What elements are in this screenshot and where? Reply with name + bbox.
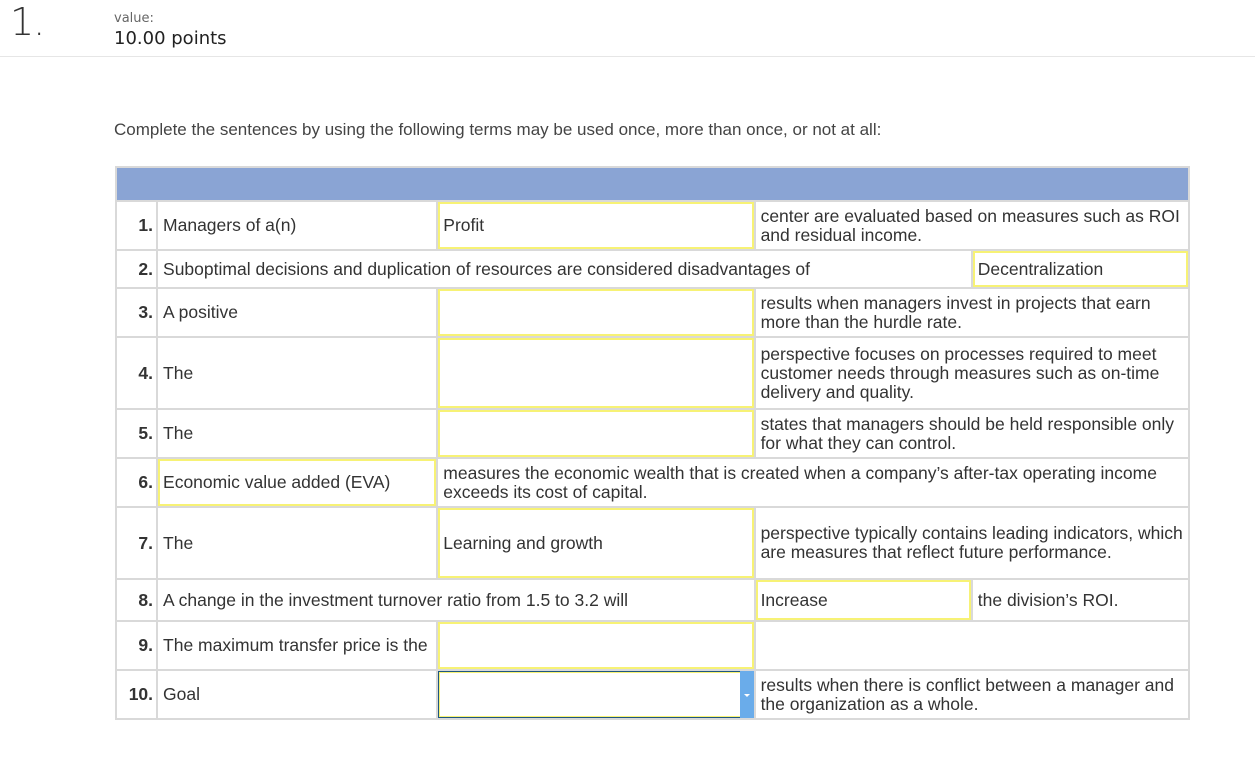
instructions: Complete the sentences by using the foll… [114, 120, 882, 139]
sentence-prefix: The maximum transfer price is the [156, 620, 439, 671]
row-number: 5. [114, 408, 159, 459]
sentence-suffix: perspective focuses on processes require… [753, 336, 1191, 410]
row-number: 10. [114, 669, 159, 720]
sentence-prefix: A change in the investment turnover rati… [156, 578, 756, 622]
answer-dropdown[interactable]: Increase [753, 578, 973, 622]
row-number: 2. [114, 249, 159, 289]
sentence-prefix: A positive [156, 287, 439, 338]
answer-dropdown[interactable] [436, 287, 756, 338]
header-band-cell [115, 166, 1190, 202]
header-divider [0, 56, 1255, 57]
answer-dropdown[interactable] [436, 336, 756, 410]
row-number: 8. [114, 578, 159, 622]
table-row: 2. Suboptimal decisions and duplication … [114, 249, 1191, 289]
row-number: 9. [114, 620, 159, 671]
row-number: 1. [114, 200, 159, 251]
sentence-suffix: measures the economic wealth that is cre… [436, 457, 1190, 508]
empty-cell [753, 620, 1191, 671]
chevron-down-icon[interactable] [739, 671, 754, 718]
sentence-suffix: perspective typically contains leading i… [753, 506, 1191, 580]
table-row: 7. The Learning and growth perspective t… [114, 506, 1191, 580]
sentence-prefix: The [156, 408, 439, 459]
row-number: 4. [114, 336, 159, 410]
sentence-prefix: The [156, 506, 439, 580]
value-label: value: [114, 11, 154, 26]
sentence-suffix: results when there is conflict between a… [753, 669, 1191, 720]
table-row: 1. Managers of a(n) Profit center are ev… [114, 200, 1191, 251]
answer-dropdown[interactable]: Profit [436, 200, 756, 251]
table-row: 5. The states that managers should be he… [114, 408, 1191, 459]
table-row: 10. Goal results when there is conflict … [114, 669, 1191, 720]
sentence-prefix: The [156, 336, 439, 410]
question-number: 1. [10, 0, 45, 44]
row-number: 6. [114, 457, 159, 508]
sentence-suffix: center are evaluated based on measures s… [753, 200, 1191, 251]
sentence-prefix: Managers of a(n) [156, 200, 439, 251]
sentence-prefix: Suboptimal decisions and duplication of … [156, 249, 973, 289]
answer-dropdown[interactable]: Economic value added (EVA) [156, 457, 439, 508]
table-row: 4. The perspective focuses on processes … [114, 336, 1191, 410]
table-row: 8. A change in the investment turnover r… [114, 578, 1191, 622]
answer-dropdown[interactable] [436, 408, 756, 459]
row-number: 7. [114, 506, 159, 580]
answer-dropdown[interactable] [436, 620, 756, 671]
sentence-suffix: results when managers invest in projects… [753, 287, 1191, 338]
answer-dropdown-focused[interactable] [436, 669, 756, 720]
sentence-suffix: the division’s ROI. [970, 578, 1191, 622]
question-points: 10.00 points [114, 28, 227, 49]
fill-in-table: 1. Managers of a(n) Profit center are ev… [114, 166, 1191, 720]
table-row: 3. A positive results when managers inve… [114, 287, 1191, 338]
sentence-suffix: states that managers should be held resp… [753, 408, 1191, 459]
table-header-band [115, 166, 1190, 202]
row-number: 3. [114, 287, 159, 338]
answer-dropdown[interactable]: Decentralization [970, 249, 1191, 289]
table-row: 6. Economic value added (EVA) measures t… [114, 457, 1190, 508]
sentence-prefix: Goal [156, 669, 439, 720]
table-row: 9. The maximum transfer price is the [114, 620, 1191, 671]
answer-dropdown[interactable]: Learning and growth [436, 506, 756, 580]
